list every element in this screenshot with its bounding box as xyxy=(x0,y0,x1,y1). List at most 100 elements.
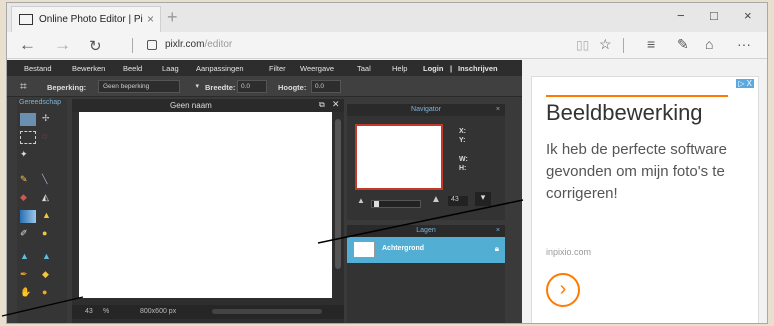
back-arrow-icon[interactable]: ← xyxy=(19,35,36,55)
menu-item[interactable]: Weergave xyxy=(300,64,334,73)
url-field[interactable]: pixlr.com/editor xyxy=(165,39,232,50)
reading-view-icon[interactable]: ▯▯ xyxy=(576,38,589,52)
web-note-icon[interactable]: ✎ xyxy=(677,36,689,53)
refresh-icon[interactable]: ↻ xyxy=(89,37,102,55)
layer-row[interactable]: Achtergrond 🔒︎ xyxy=(347,237,505,263)
menu-item[interactable]: Filter xyxy=(269,64,286,73)
tab-page-icon xyxy=(19,14,33,25)
zoom-menu-icon[interactable]: ▾ xyxy=(475,192,491,206)
chevron-down-icon: ▾ xyxy=(195,83,199,90)
image-canvas[interactable] xyxy=(79,112,332,298)
advertisement[interactable]: ▷ X Beeldbewerking Ik heb de perfecte so… xyxy=(531,76,759,323)
menu-item[interactable]: Laag xyxy=(162,64,179,73)
signup-link[interactable]: Inschrijven xyxy=(458,64,498,73)
gradient-tool-button[interactable] xyxy=(20,210,36,223)
more-icon[interactable]: ··· xyxy=(737,36,751,52)
ad-domain[interactable]: inpixio.com xyxy=(546,247,591,257)
layer-name: Achtergrond xyxy=(382,245,424,252)
tab-title: Online Photo Editor | Pi xyxy=(39,14,143,25)
menu-item[interactable]: Aanpassingen xyxy=(196,64,244,73)
browser-tab[interactable]: Online Photo Editor | Pi × xyxy=(11,6,161,32)
bucket-tool-button[interactable]: ◭ xyxy=(42,192,58,205)
vertical-scrollbar[interactable] xyxy=(335,119,341,269)
maximize-button[interactable]: □ xyxy=(710,8,718,23)
menu-item[interactable]: Beeld xyxy=(123,64,142,73)
beperking-select[interactable]: Geen beperking ▾ xyxy=(98,80,199,93)
layers-panel: Lagen × Achtergrond 🔒︎ xyxy=(347,225,505,323)
breedte-value: 0.0 xyxy=(241,83,251,90)
sharpen-tool-button[interactable]: ▲ xyxy=(42,251,58,264)
hub-icon[interactable]: ≡ xyxy=(647,36,655,52)
navigator-thumbnail[interactable] xyxy=(355,124,443,190)
zoom-in-icon[interactable]: ▲ xyxy=(431,194,441,205)
ad-title[interactable]: Beeldbewerking xyxy=(546,100,703,126)
restore-icon[interactable]: ⧉ xyxy=(319,100,325,110)
menu-divider: | xyxy=(450,64,453,73)
crop-tool-button[interactable] xyxy=(20,113,36,126)
separator xyxy=(623,38,624,53)
close-icon[interactable]: ✕ xyxy=(332,99,340,110)
layer-thumbnail xyxy=(353,241,375,258)
new-tab-button[interactable]: + xyxy=(167,7,178,28)
horizontal-scrollbar[interactable] xyxy=(212,309,322,314)
dodge-tool-button[interactable]: ✒ xyxy=(20,269,36,282)
move-tool-button[interactable]: ✢ xyxy=(42,113,58,126)
close-window-button[interactable]: × xyxy=(744,8,752,23)
close-icon[interactable]: × xyxy=(496,104,500,116)
y-label: Y: xyxy=(459,137,466,144)
stamp-tool-button[interactable]: ▲ xyxy=(42,210,58,223)
menu-item[interactable]: Bewerken xyxy=(72,64,105,73)
lock-icon xyxy=(147,40,157,50)
forward-arrow-icon[interactable]: → xyxy=(54,35,71,55)
hoogte-input[interactable]: 0.0 xyxy=(311,80,341,93)
navigator-header: Navigator × xyxy=(347,104,505,116)
pencil-tool-button[interactable]: ✎ xyxy=(20,174,36,187)
zoom-value[interactable]: 43 xyxy=(85,308,93,315)
minimize-button[interactable]: − xyxy=(677,8,685,23)
wand-tool-button[interactable]: ✦ xyxy=(20,149,36,162)
lock-icon[interactable]: 🔒︎ xyxy=(495,244,499,254)
lasso-tool-button[interactable]: ◌ xyxy=(42,131,58,144)
browser-window: Online Photo Editor | Pi × + − □ × ← → ↻… xyxy=(6,2,768,324)
ad-cta-button[interactable]: › xyxy=(546,273,580,307)
menu-item[interactable]: Bestand xyxy=(24,64,52,73)
hand-tool-button[interactable]: ✋ xyxy=(20,287,36,300)
crop-tool-icon: ⌗ xyxy=(20,79,27,93)
document-title: Geen naam xyxy=(170,101,212,110)
picker-tool-button[interactable]: ✐ xyxy=(20,228,36,241)
sponge-tool-button[interactable]: ◆ xyxy=(42,269,58,282)
close-icon[interactable]: × xyxy=(496,225,500,237)
smudge-tool-button[interactable]: ● xyxy=(42,228,58,241)
navigator-panel: Navigator × X: Y: W: H: ▲ ▲ 43 ▾ xyxy=(347,104,505,220)
document-window: Geen naam ⧉ ✕ 43 % 800x600 px xyxy=(72,99,344,323)
menu-item[interactable]: Taal xyxy=(357,64,371,73)
ad-choices-icon[interactable]: ▷ X xyxy=(736,79,754,88)
ad-accent-line xyxy=(546,95,728,97)
menu-bar: Bestand Bewerken Beeld Laag Aanpassingen… xyxy=(7,60,522,76)
share-icon[interactable]: ⌂ xyxy=(705,36,713,52)
document-header: Geen naam ⧉ ✕ xyxy=(72,99,344,112)
menu-item[interactable]: Help xyxy=(392,64,407,73)
zoom-out-icon[interactable]: ▲ xyxy=(357,196,365,205)
tools-panel: Gereedschap ✢ ◌ ✦ ✎ ╲ ◆ ◭ ▲ ✐ ● ▲ ▲ ✒ ◆ … xyxy=(17,99,67,323)
zoom-tool-button[interactable]: ● xyxy=(42,287,58,300)
drop-tool-button[interactable]: ▲ xyxy=(20,251,36,264)
breedte-input[interactable]: 0.0 xyxy=(237,80,267,93)
w-label: W: xyxy=(459,156,468,163)
x-label: X: xyxy=(459,128,466,135)
zoom-slider[interactable] xyxy=(371,200,421,208)
separator xyxy=(132,38,133,53)
hoogte-value: 0.0 xyxy=(315,83,325,90)
tab-close-button[interactable]: × xyxy=(147,12,154,26)
tools-title: Gereedschap xyxy=(19,99,62,106)
document-footer: 43 % 800x600 px xyxy=(72,305,344,319)
navigator-title: Navigator xyxy=(411,106,441,113)
login-link[interactable]: Login xyxy=(423,64,443,73)
favorite-star-icon[interactable]: ☆ xyxy=(599,36,612,53)
brush-tool-button[interactable]: ╲ xyxy=(42,174,58,187)
navigator-zoom-value[interactable]: 43 xyxy=(448,196,468,206)
marquee-tool-button[interactable] xyxy=(20,131,36,144)
zoom-slider-handle[interactable] xyxy=(374,201,379,207)
eraser-tool-button[interactable]: ◆ xyxy=(20,192,36,205)
pixlr-editor: Bestand Bewerken Beeld Laag Aanpassingen… xyxy=(7,60,522,323)
